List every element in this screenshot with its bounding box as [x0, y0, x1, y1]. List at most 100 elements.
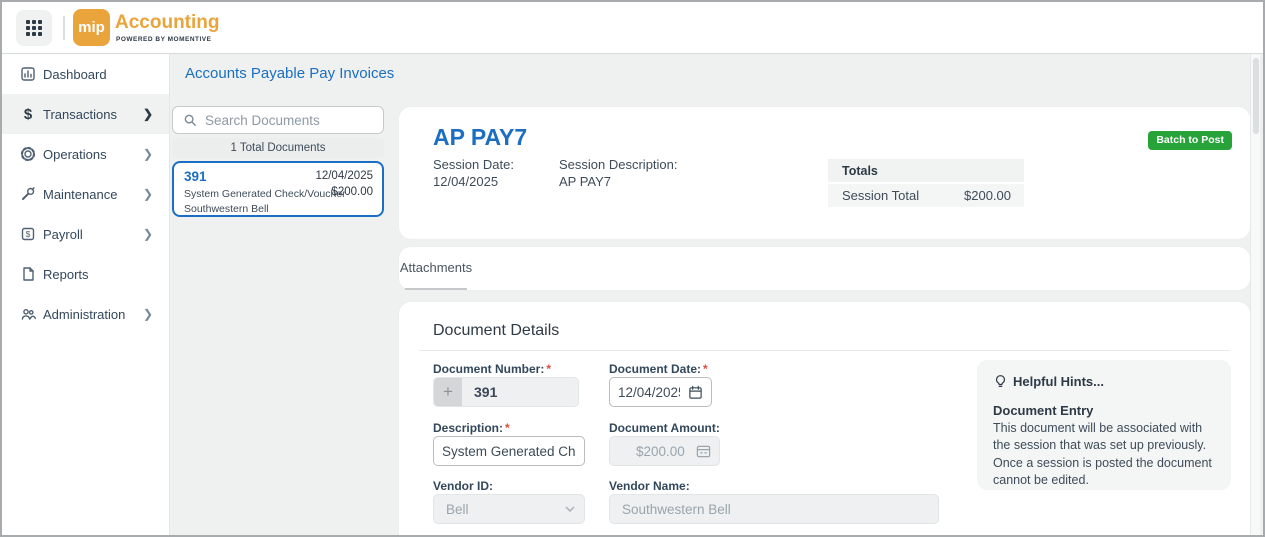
session-description-value: AP PAY7 — [559, 174, 611, 189]
description-label: Description:* — [433, 421, 510, 435]
document-amount-value: $200.00 — [636, 444, 685, 459]
document-number-field: + 391 — [433, 377, 579, 407]
document-amount-label: Document Amount: — [609, 421, 720, 435]
document-description: System Generated Check/Voucher — [184, 188, 346, 200]
helpful-hints-title: Helpful Hints... — [993, 374, 1215, 389]
totals-header: Totals — [828, 159, 1024, 182]
label-text: Vendor ID: — [433, 479, 493, 493]
tab-attachments[interactable]: Attachments — [405, 247, 467, 290]
chevron-right-icon: ❯ — [143, 107, 153, 121]
description-field — [433, 436, 585, 466]
chevron-right-icon: ❯ — [143, 307, 153, 321]
totals-row: Session Total $200.00 — [828, 184, 1024, 207]
sidebar-item-maintenance[interactable]: Maintenance ❯ — [2, 174, 169, 214]
session-date-value: 12/04/2025 — [433, 174, 498, 189]
section-divider — [419, 350, 1230, 351]
session-total-label: Session Total — [842, 188, 919, 203]
chevron-right-icon: ❯ — [143, 147, 153, 161]
gear-icon — [20, 146, 36, 162]
calculator-icon — [696, 444, 711, 459]
wrench-icon — [20, 186, 36, 202]
label-text: Vendor Name: — [609, 479, 690, 493]
sidebar-item-label: Maintenance — [43, 187, 117, 202]
chevron-right-icon: ❯ — [143, 187, 153, 201]
brand-tagline: POWERED BY MOMENTIVE — [116, 36, 211, 43]
sidebar-item-administration[interactable]: Administration ❯ — [2, 294, 169, 334]
sidebar-item-label: Dashboard — [43, 67, 107, 82]
app-window: mip Accounting POWERED BY MOMENTIVE Dash… — [0, 0, 1265, 537]
page-title: Accounts Payable Pay Invoices — [185, 65, 394, 82]
calendar-icon[interactable] — [688, 385, 703, 400]
label-text: Document Date: — [609, 362, 701, 376]
document-number-value: 391 — [474, 384, 497, 400]
document-vendor: Southwestern Bell — [184, 203, 269, 215]
sidebar-item-transactions[interactable]: $ Transactions ❯ — [2, 94, 169, 134]
document-icon — [20, 266, 36, 282]
total-documents-label: 1 Total Documents — [172, 138, 384, 158]
transactions-dollar-icon: $ — [20, 106, 36, 122]
required-asterisk: * — [505, 421, 510, 435]
document-list-item-selected[interactable]: 391 12/04/2025 System Generated Check/Vo… — [172, 161, 384, 217]
document-details-heading: Document Details — [433, 322, 559, 340]
vendor-id-label: Vendor ID: — [433, 479, 493, 493]
hints-subtitle: Document Entry — [993, 403, 1215, 418]
sidebar-item-dashboard[interactable]: Dashboard — [2, 54, 169, 94]
dashboard-icon — [20, 66, 36, 82]
chevron-right-icon: ❯ — [143, 227, 153, 241]
totals-table: Totals Session Total $200.00 — [828, 159, 1024, 207]
lightbulb-icon — [993, 374, 1008, 389]
sidebar-item-reports[interactable]: Reports — [2, 254, 169, 294]
people-icon — [20, 306, 36, 322]
top-bar: mip Accounting POWERED BY MOMENTIVE — [2, 2, 1263, 54]
document-date-input[interactable] — [610, 385, 688, 400]
chevron-down-icon — [564, 503, 576, 515]
label-text: Description: — [433, 421, 503, 435]
sidebar-item-label: Transactions — [43, 107, 117, 122]
vertical-scrollbar-track[interactable] — [1250, 54, 1260, 537]
vendor-name-label: Vendor Name: — [609, 479, 690, 493]
session-summary-card: AP PAY7 Session Date: 12/04/2025 Session… — [399, 107, 1250, 239]
app-name: Accounting — [115, 12, 220, 34]
document-date-label: Document Date:* — [609, 362, 708, 376]
apps-grid-icon — [26, 20, 42, 36]
document-amount-field: $200.00 — [609, 436, 720, 466]
attachments-card: Attachments — [399, 247, 1250, 290]
document-number-label: Document Number:* — [433, 362, 551, 376]
session-description-label: Session Description: — [559, 157, 678, 172]
svg-text:$: $ — [26, 229, 31, 239]
search-input[interactable] — [205, 113, 383, 128]
vendor-name-field: Southwestern Bell — [609, 494, 939, 524]
hints-title-text: Helpful Hints... — [1013, 374, 1104, 389]
plus-icon: + — [434, 378, 462, 406]
batch-to-post-button[interactable]: Batch to Post — [1148, 131, 1232, 150]
session-date-label: Session Date: — [433, 157, 514, 172]
app-launcher-button[interactable] — [16, 10, 52, 46]
sidebar-item-operations[interactable]: Operations ❯ — [2, 134, 169, 174]
required-asterisk: * — [546, 362, 551, 376]
required-asterisk: * — [703, 362, 708, 376]
vendor-id-select: Bell — [433, 494, 585, 524]
sidebar-item-label: Operations — [43, 147, 107, 162]
sidebar-item-label: Administration — [43, 307, 125, 322]
vertical-scrollbar-thumb[interactable] — [1253, 58, 1259, 134]
vendor-name-value: Southwestern Bell — [622, 502, 731, 517]
payroll-icon: $ — [20, 226, 36, 242]
search-documents-box — [172, 106, 384, 134]
mip-logo: mip — [73, 9, 110, 46]
document-date-field — [609, 377, 712, 407]
sidebar-item-label: Reports — [43, 267, 89, 282]
label-text: Document Number: — [433, 362, 544, 376]
session-total-value: $200.00 — [964, 188, 1011, 203]
document-number: 391 — [184, 169, 207, 184]
sidebar-item-payroll[interactable]: $ Payroll ❯ — [2, 214, 169, 254]
vendor-id-value: Bell — [446, 502, 469, 517]
label-text: Document Amount: — [609, 421, 720, 435]
sidebar-nav: Dashboard $ Transactions ❯ Operations ❯ … — [2, 54, 170, 537]
description-input[interactable] — [434, 444, 584, 459]
topbar-divider — [63, 16, 65, 40]
session-title: AP PAY7 — [433, 124, 527, 151]
helpful-hints-box: Helpful Hints... Document Entry This doc… — [977, 360, 1231, 490]
sidebar-item-label: Payroll — [43, 227, 83, 242]
search-icon — [183, 113, 197, 127]
document-amount: $200.00 — [331, 186, 373, 198]
